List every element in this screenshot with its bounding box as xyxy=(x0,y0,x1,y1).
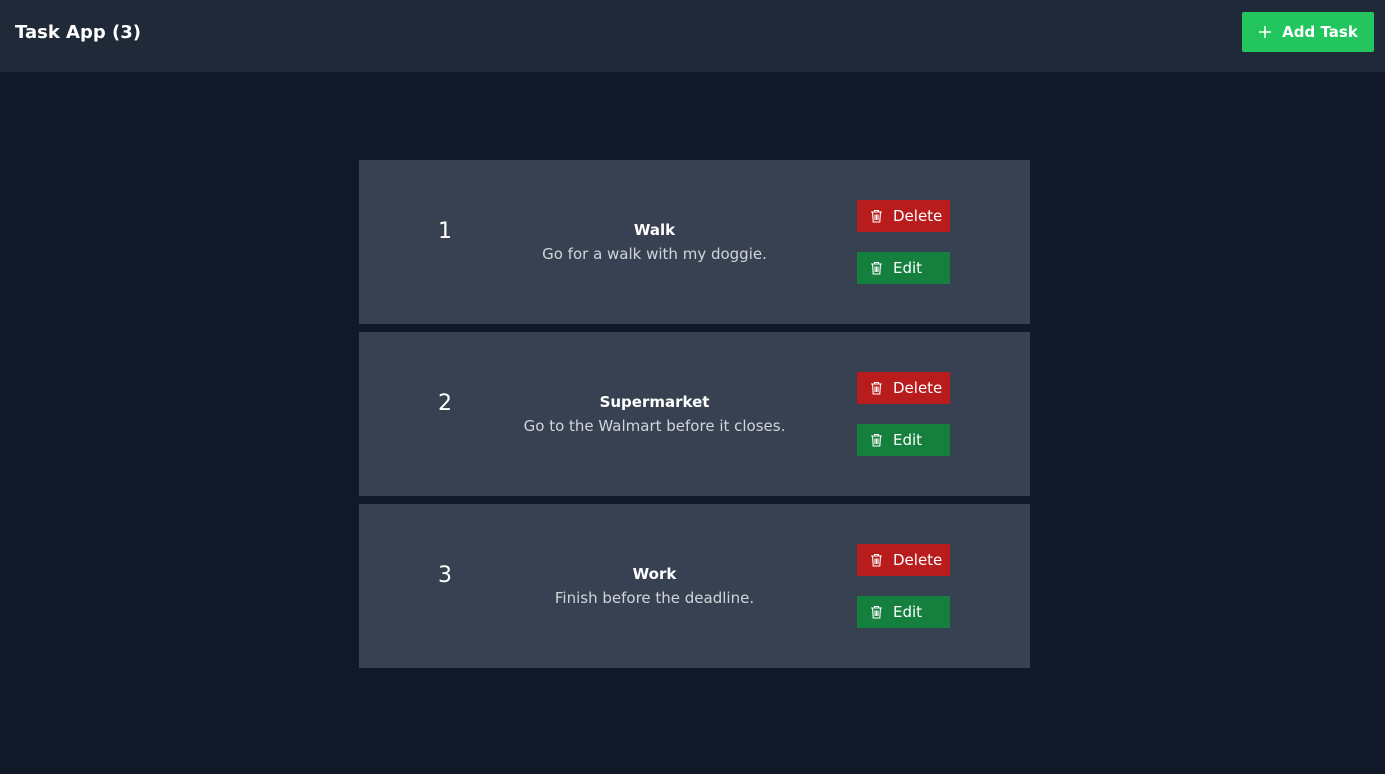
plus-icon xyxy=(1258,25,1272,39)
edit-label: Edit xyxy=(893,431,923,449)
task-description: Go to the Walmart before it closes. xyxy=(523,417,786,435)
edit-label: Edit xyxy=(893,259,923,277)
delete-label: Delete xyxy=(893,551,943,569)
delete-label: Delete xyxy=(893,379,943,397)
edit-button[interactable]: Edit xyxy=(857,424,950,456)
trash-icon xyxy=(870,553,883,567)
task-text: Work Finish before the deadline. xyxy=(499,564,810,608)
trash-icon xyxy=(870,433,883,447)
delete-button[interactable]: Delete xyxy=(857,200,950,232)
delete-label: Delete xyxy=(893,207,943,225)
trash-icon xyxy=(870,605,883,619)
task-number: 2 xyxy=(438,391,452,416)
delete-button[interactable]: Delete xyxy=(857,372,950,404)
task-card: 3 Work Finish before the deadline. Delet… xyxy=(359,504,1030,668)
edit-button[interactable]: Edit xyxy=(857,252,950,284)
trash-icon xyxy=(870,261,883,275)
task-description: Finish before the deadline. xyxy=(554,589,755,607)
task-number: 3 xyxy=(438,563,452,588)
task-description: Go for a walk with my doggie. xyxy=(542,245,767,263)
add-task-button[interactable]: Add Task xyxy=(1242,12,1374,52)
task-text: Walk Go for a walk with my doggie. xyxy=(499,220,810,264)
task-text: Supermarket Go to the Walmart before it … xyxy=(499,392,810,436)
app-title: Task App (3) xyxy=(15,22,141,43)
edit-label: Edit xyxy=(893,603,923,621)
task-card: 1 Walk Go for a walk with my doggie. Del… xyxy=(359,160,1030,324)
add-task-label: Add Task xyxy=(1282,23,1358,41)
task-title: Supermarket xyxy=(599,393,710,411)
delete-button[interactable]: Delete xyxy=(857,544,950,576)
task-title: Walk xyxy=(633,221,676,239)
task-card: 2 Supermarket Go to the Walmart before i… xyxy=(359,332,1030,496)
app-header: Task App (3) Add Task xyxy=(0,0,1385,72)
task-title: Work xyxy=(632,565,677,583)
edit-button[interactable]: Edit xyxy=(857,596,950,628)
task-list: 1 Walk Go for a walk with my doggie. Del… xyxy=(359,160,1030,676)
trash-icon xyxy=(870,209,883,223)
task-number: 1 xyxy=(438,219,452,244)
trash-icon xyxy=(870,381,883,395)
